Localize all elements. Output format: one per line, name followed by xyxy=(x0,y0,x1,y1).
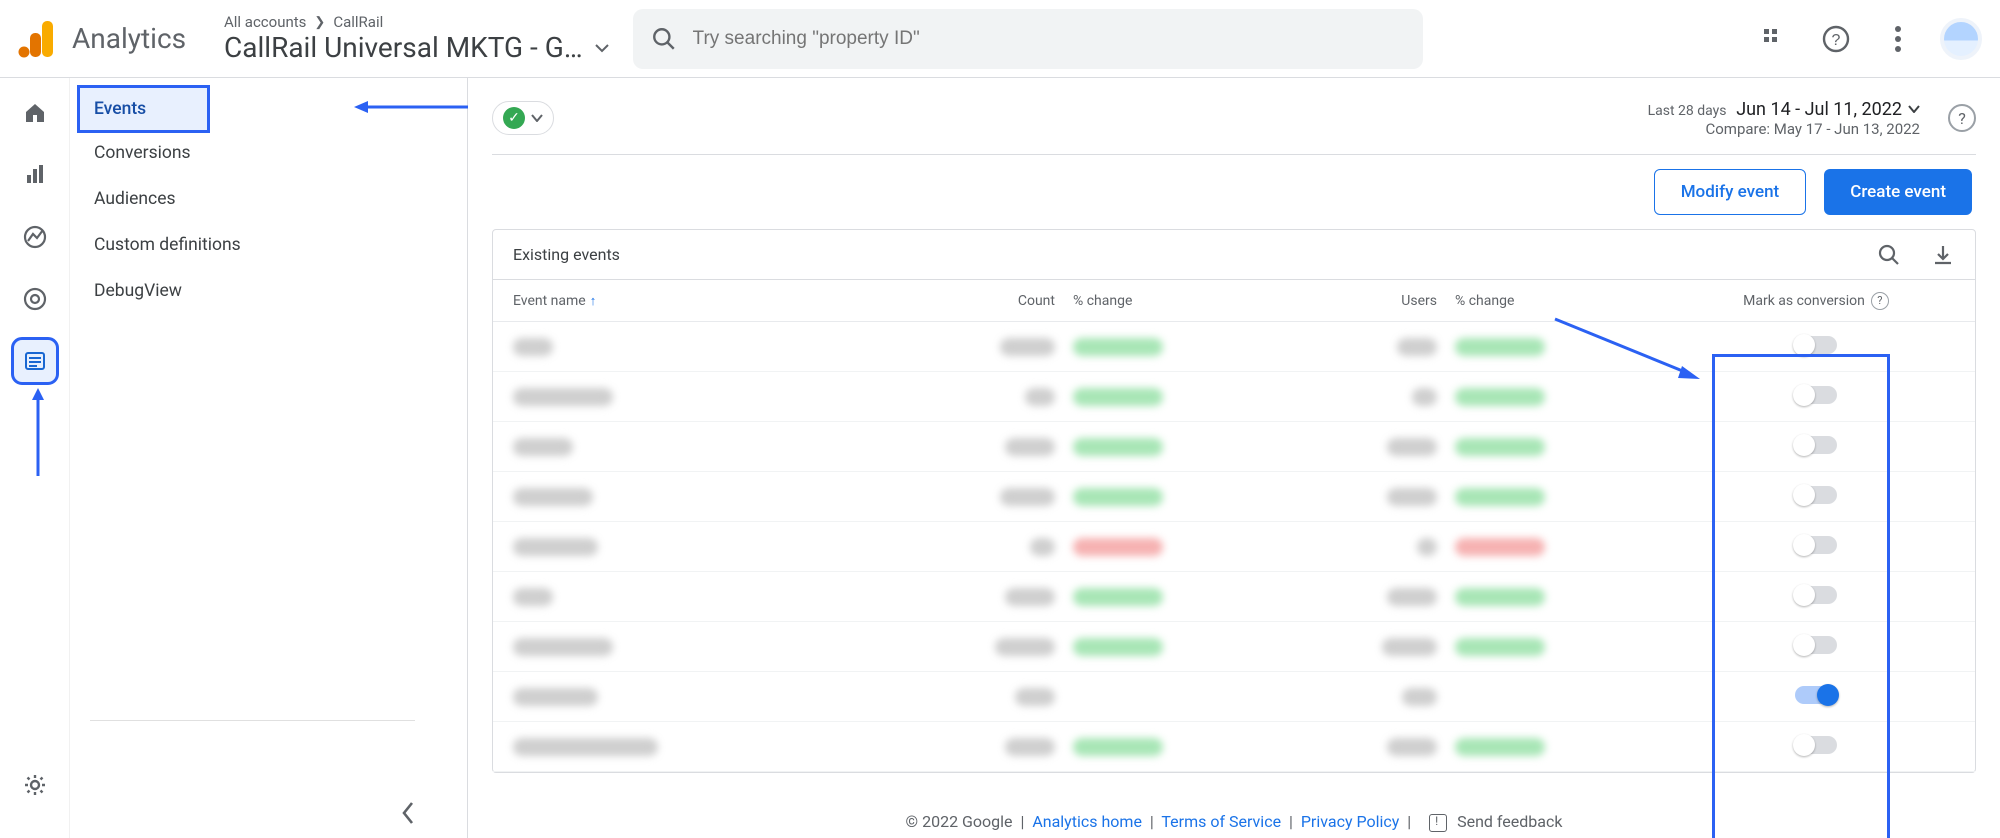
mark-conversion-toggle[interactable] xyxy=(1795,336,1837,354)
annotation-arrow-events xyxy=(354,98,474,116)
col-header-count[interactable]: Count xyxy=(943,293,1055,309)
table-row[interactable] xyxy=(493,672,1975,722)
annotation-arrow-mark xyxy=(1550,314,1700,384)
apps-icon[interactable] xyxy=(1754,19,1794,59)
mark-conversion-toggle[interactable] xyxy=(1795,636,1837,654)
more-vert-icon[interactable] xyxy=(1878,19,1918,59)
footer: © 2022 Google | Analytics home | Terms o… xyxy=(468,812,2000,832)
table-row[interactable] xyxy=(493,422,1975,472)
chevron-right-icon: ❯ xyxy=(314,15,325,30)
col-header-change2[interactable]: % change xyxy=(1437,293,1637,309)
nav-home[interactable] xyxy=(14,92,56,134)
app-name: Analytics xyxy=(72,22,186,55)
table-row[interactable] xyxy=(493,722,1975,772)
col-header-mark: Mark as conversion? xyxy=(1637,292,1955,310)
nav-advertising[interactable] xyxy=(14,278,56,320)
collapse-sidebar-icon[interactable] xyxy=(400,800,416,826)
table-row[interactable] xyxy=(493,622,1975,672)
breadcrumb-root: All accounts xyxy=(224,13,306,31)
help-small-icon[interactable]: ? xyxy=(1871,292,1889,310)
property-name: CallRail Universal MKTG - G… xyxy=(224,31,583,64)
context-help-icon[interactable]: ? xyxy=(1948,104,1976,132)
mark-conversion-toggle[interactable] xyxy=(1795,586,1837,604)
search-icon xyxy=(651,26,677,52)
col-header-users[interactable]: Users xyxy=(1325,293,1437,309)
sidebar-item-debugview[interactable]: DebugView xyxy=(70,268,397,314)
download-icon[interactable] xyxy=(1931,243,1955,267)
create-event-button[interactable]: Create event xyxy=(1824,169,1972,215)
nav-configure[interactable] xyxy=(14,340,56,382)
status-indicator[interactable]: ✓ xyxy=(492,101,554,135)
property-selector[interactable]: CallRail Universal MKTG - G… xyxy=(224,31,609,64)
caret-down-icon xyxy=(595,43,609,53)
svg-text:?: ? xyxy=(1832,32,1841,49)
analytics-logo-icon xyxy=(18,19,54,59)
sidebar-item-events[interactable]: Events xyxy=(80,88,207,130)
sort-asc-icon: ↑ xyxy=(590,294,597,309)
mark-conversion-toggle[interactable] xyxy=(1795,486,1837,504)
date-preset-label: Last 28 days xyxy=(1648,103,1727,119)
sidebar-item-audiences[interactable]: Audiences xyxy=(70,176,397,222)
table-row[interactable] xyxy=(493,322,1975,372)
caret-down-icon xyxy=(531,114,543,122)
account-avatar[interactable] xyxy=(1940,18,1982,60)
col-header-event-name[interactable]: Event name↑ xyxy=(513,293,943,309)
modify-event-button[interactable]: Modify event xyxy=(1654,169,1807,215)
card-title: Existing events xyxy=(513,245,620,264)
sidebar-item-custom-definitions[interactable]: Custom definitions xyxy=(70,222,397,268)
nav-reports[interactable] xyxy=(14,154,56,196)
check-icon: ✓ xyxy=(503,107,525,129)
table-row[interactable] xyxy=(493,372,1975,422)
search-input[interactable] xyxy=(693,28,1405,50)
send-feedback-link[interactable]: Send feedback xyxy=(1457,812,1562,831)
breadcrumb[interactable]: All accounts ❯ CallRail xyxy=(224,13,609,31)
table-search-icon[interactable] xyxy=(1877,243,1901,267)
date-range-picker[interactable]: Jun 14 - Jul 11, 2022 xyxy=(1736,99,1920,120)
footer-link-privacy[interactable]: Privacy Policy xyxy=(1301,812,1400,831)
mark-conversion-toggle[interactable] xyxy=(1795,736,1837,754)
annotation-arrow-nav xyxy=(30,388,46,478)
breadcrumb-leaf: CallRail xyxy=(333,13,383,31)
mark-conversion-toggle[interactable] xyxy=(1795,386,1837,404)
table-row[interactable] xyxy=(493,572,1975,622)
sidebar-item-conversions[interactable]: Conversions xyxy=(70,130,397,176)
date-compare-label: Compare: May 17 - Jun 13, 2022 xyxy=(1648,120,1920,138)
help-icon[interactable]: ? xyxy=(1816,19,1856,59)
footer-link-tos[interactable]: Terms of Service xyxy=(1161,812,1281,831)
col-header-change1[interactable]: % change xyxy=(1055,293,1325,309)
table-row[interactable] xyxy=(493,472,1975,522)
mark-conversion-toggle[interactable] xyxy=(1795,436,1837,454)
search-bar[interactable] xyxy=(633,9,1423,69)
nav-explore[interactable] xyxy=(14,216,56,258)
mark-conversion-toggle[interactable] xyxy=(1795,536,1837,554)
nav-admin[interactable] xyxy=(14,764,56,806)
table-row[interactable] xyxy=(493,522,1975,572)
date-range-value: Jun 14 - Jul 11, 2022 xyxy=(1736,99,1902,120)
caret-down-icon xyxy=(1908,105,1920,113)
feedback-icon xyxy=(1429,814,1447,832)
footer-link-home[interactable]: Analytics home xyxy=(1032,812,1142,831)
mark-conversion-toggle[interactable] xyxy=(1795,686,1837,704)
